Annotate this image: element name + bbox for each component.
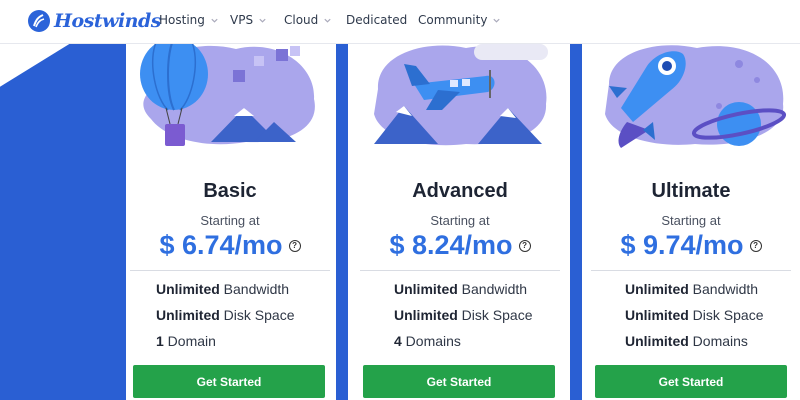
divider	[130, 270, 330, 271]
brand-logo[interactable]: Hostwinds	[28, 9, 161, 33]
chevron-down-icon	[324, 18, 331, 23]
chevron-down-icon	[493, 18, 501, 23]
plan-price: $ 9.74/mo	[620, 230, 744, 260]
feature-item: Unlimited Bandwidth	[394, 281, 527, 297]
feature-item: Unlimited Bandwidth	[156, 281, 289, 297]
feature-text: Domains	[688, 333, 748, 349]
divider	[360, 270, 560, 271]
plan-price: $ 6.74/mo	[159, 230, 283, 260]
feature-text: Bandwidth	[688, 281, 759, 297]
feature-bold: Unlimited	[625, 333, 689, 349]
airplane-illustration	[374, 44, 548, 146]
feature-item: Unlimited Bandwidth	[625, 281, 758, 297]
plan-price: $ 8.24/mo	[389, 230, 513, 260]
nav-community[interactable]: Community	[418, 13, 501, 27]
feature-bold: Unlimited	[156, 281, 220, 297]
nav-cloud[interactable]: Cloud	[284, 13, 332, 27]
top-navbar: Hostwinds Hosting VPS Cloud Dedicated Co…	[0, 0, 800, 44]
feature-bold: 4	[394, 333, 402, 349]
get-started-button[interactable]: Get Started	[595, 365, 787, 398]
nav-dedicated-label: Dedicated	[346, 13, 408, 27]
background-blue-mid-right	[570, 44, 582, 400]
feature-text: Bandwidth	[457, 281, 528, 297]
feature-text: Domain	[163, 333, 216, 349]
plan-card-ultimate: Ultimate Starting at $ 9.74/mo ? Unlimit…	[587, 44, 795, 400]
feature-text: Disk Space	[688, 307, 764, 323]
feature-item: Unlimited Disk Space	[156, 307, 294, 323]
hot-air-balloon-illustration	[140, 44, 315, 146]
feature-text: Disk Space	[219, 307, 295, 323]
price-row: $ 6.74/mo ?	[126, 230, 334, 261]
nav-community-label: Community	[418, 13, 488, 27]
chevron-down-icon	[259, 18, 266, 23]
feature-text: Domains	[401, 333, 461, 349]
feature-bold: Unlimited	[394, 307, 458, 323]
hostwinds-logo-icon	[28, 10, 50, 32]
feature-text: Disk Space	[457, 307, 533, 323]
feature-item: Unlimited Domains	[625, 333, 748, 349]
feature-bold: 1	[156, 333, 164, 349]
feature-item: 4 Domains	[394, 333, 461, 349]
feature-text: Bandwidth	[219, 281, 290, 297]
nav-vps[interactable]: VPS	[230, 13, 267, 27]
feature-bold: Unlimited	[394, 281, 458, 297]
nav-dedicated[interactable]: Dedicated	[346, 13, 407, 27]
question-circle-icon[interactable]: ?	[518, 239, 531, 252]
plan-name: Advanced	[412, 180, 508, 202]
background-blue-mid-left	[336, 44, 348, 400]
feature-bold: Unlimited	[625, 307, 689, 323]
feature-bold: Unlimited	[625, 281, 689, 297]
get-started-button[interactable]: Get Started	[363, 365, 555, 398]
plan-card-advanced: Advanced Starting at $ 8.24/mo ? Unlimit…	[356, 44, 564, 400]
price-row: $ 8.24/mo ?	[356, 230, 564, 261]
plan-card-basic: Basic Starting at $ 6.74/mo ? Unlimited …	[126, 44, 334, 400]
rocket-illustration	[605, 45, 787, 148]
question-circle-icon[interactable]: ?	[749, 239, 762, 252]
starting-at-label: Starting at	[661, 213, 721, 228]
feature-item: Unlimited Disk Space	[625, 307, 763, 323]
nav-vps-label: VPS	[230, 13, 254, 27]
divider	[591, 270, 791, 271]
brand-name: Hostwinds	[54, 10, 161, 32]
plan-name: Basic	[203, 180, 257, 202]
feature-item: 1 Domain	[156, 333, 216, 349]
background-blue-left	[0, 44, 126, 400]
get-started-button[interactable]: Get Started	[133, 365, 325, 398]
nav-cloud-label: Cloud	[284, 13, 319, 27]
starting-at-label: Starting at	[430, 213, 490, 228]
question-circle-icon[interactable]: ?	[288, 239, 301, 252]
nav-hosting[interactable]: Hosting	[159, 13, 219, 27]
plan-name: Ultimate	[651, 180, 731, 202]
price-row: $ 9.74/mo ?	[587, 230, 795, 261]
nav-hosting-label: Hosting	[159, 13, 205, 27]
starting-at-label: Starting at	[200, 213, 260, 228]
feature-item: Unlimited Disk Space	[394, 307, 532, 323]
feature-bold: Unlimited	[156, 307, 220, 323]
chevron-down-icon	[211, 18, 218, 23]
